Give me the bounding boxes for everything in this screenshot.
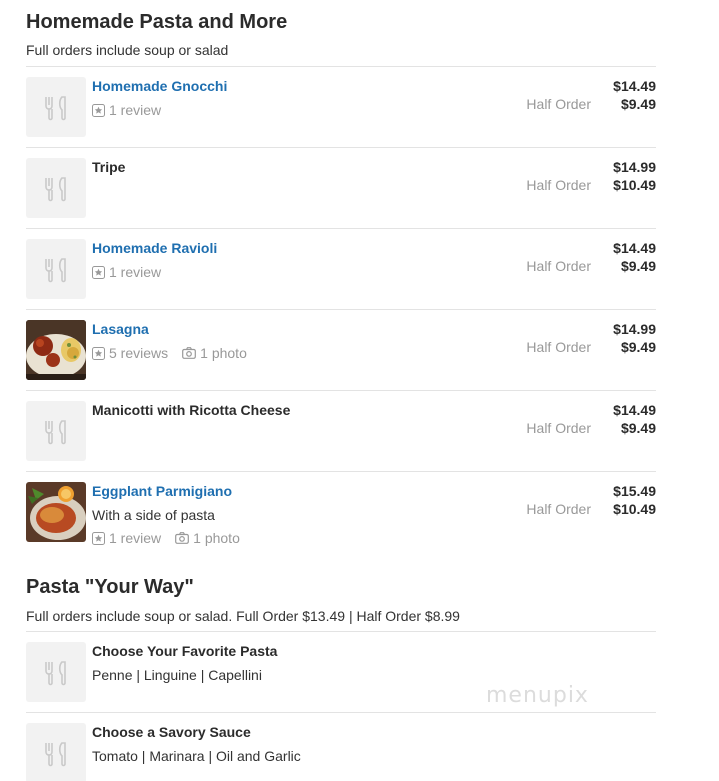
photos-count: 1 photo xyxy=(200,345,247,361)
item-meta: 1 review xyxy=(92,264,161,280)
item-name[interactable]: Homemade Gnocchi xyxy=(92,78,227,94)
menu-item: Lasagna 5 reviews 1 photo $14.99 Half Or… xyxy=(26,309,656,390)
item-price: $15.49 xyxy=(613,483,656,499)
menu-item: Choose a Savory Sauce Tomato | Marinara … xyxy=(26,712,656,781)
item-name: Choose Your Favorite Pasta xyxy=(92,643,278,659)
item-description: Tomato | Marinara | Oil and Garlic xyxy=(92,748,301,764)
half-order-label: Half Order xyxy=(526,177,591,193)
menu-item: Homemade Ravioli 1 review $14.49 Half Or… xyxy=(26,228,656,309)
item-price: $14.49 xyxy=(613,240,656,256)
half-order-label: Half Order xyxy=(526,501,591,517)
half-order-label: Half Order xyxy=(526,420,591,436)
half-order-label: Half Order xyxy=(526,96,591,112)
fork-knife-icon xyxy=(26,723,86,781)
section-title: Pasta "Your Way" xyxy=(26,576,194,598)
star-icon xyxy=(92,265,105,279)
star-icon xyxy=(92,103,105,117)
item-meta: 1 review 1 photo xyxy=(92,530,240,546)
item-meta: 5 reviews 1 photo xyxy=(92,345,247,361)
item-price: $14.99 xyxy=(613,321,656,337)
item-price: $14.49 xyxy=(613,78,656,94)
menu-item: Tripe $14.99 Half Order $10.49 xyxy=(26,147,656,228)
half-order-price: $9.49 xyxy=(620,420,656,436)
section-description: Full orders include soup or salad. Full … xyxy=(26,608,460,624)
menu-item: Manicotti with Ricotta Cheese $14.49 Hal… xyxy=(26,390,656,471)
fork-knife-icon xyxy=(26,642,86,702)
item-name[interactable]: Homemade Ravioli xyxy=(92,240,217,256)
item-price: $14.99 xyxy=(613,159,656,175)
fork-knife-icon xyxy=(26,239,86,299)
fork-knife-icon xyxy=(26,158,86,218)
reviews-count: 1 review xyxy=(109,264,162,280)
half-order-price: $9.49 xyxy=(620,339,656,355)
fork-knife-icon xyxy=(26,77,86,137)
menu-item: Homemade Gnocchi 1 review $14.49 Half Or… xyxy=(26,66,656,147)
item-name: Manicotti with Ricotta Cheese xyxy=(92,402,291,418)
half-order-price: $10.49 xyxy=(613,501,656,517)
half-order-price: $10.49 xyxy=(613,177,656,193)
menu-item: Eggplant Parmigiano With a side of pasta… xyxy=(26,471,656,556)
item-name[interactable]: Eggplant Parmigiano xyxy=(92,483,232,499)
star-icon xyxy=(92,531,105,545)
reviews-link[interactable]: 1 review xyxy=(92,264,161,280)
reviews-link[interactable]: 1 review xyxy=(92,102,161,118)
reviews-link[interactable]: 5 reviews xyxy=(92,345,168,361)
star-icon xyxy=(92,346,105,360)
section-description: Full orders include soup or salad xyxy=(26,42,229,58)
item-description: Penne | Linguine | Capellini xyxy=(92,667,262,683)
menupix-watermark: menupix xyxy=(486,683,589,708)
reviews-count: 1 review xyxy=(109,530,162,546)
reviews-count: 5 reviews xyxy=(109,345,169,361)
item-meta: 1 review xyxy=(92,102,161,118)
half-order-price: $9.49 xyxy=(620,258,656,274)
reviews-count: 1 review xyxy=(109,102,162,118)
camera-icon xyxy=(175,532,190,544)
eggplant-photo[interactable] xyxy=(26,482,86,542)
half-order-label: Half Order xyxy=(526,258,591,274)
reviews-link[interactable]: 1 review xyxy=(92,530,161,546)
item-description: With a side of pasta xyxy=(92,507,215,523)
section-pasta-your-way: Pasta "Your Way" Full orders include sou… xyxy=(26,576,656,624)
section-title: Homemade Pasta and More xyxy=(26,11,288,33)
section-homemade-pasta: Homemade Pasta and More Full orders incl… xyxy=(26,11,656,58)
item-name: Tripe xyxy=(92,159,126,175)
half-order-price: $9.49 xyxy=(620,96,656,112)
item-name: Choose a Savory Sauce xyxy=(92,724,251,740)
photos-link[interactable]: 1 photo xyxy=(182,345,247,361)
half-order-label: Half Order xyxy=(526,339,591,355)
photos-count: 1 photo xyxy=(193,530,240,546)
camera-icon xyxy=(182,347,197,359)
fork-knife-icon xyxy=(26,401,86,461)
item-price: $14.49 xyxy=(613,402,656,418)
lasagna-photo[interactable] xyxy=(26,320,86,380)
photos-link[interactable]: 1 photo xyxy=(175,530,240,546)
item-name[interactable]: Lasagna xyxy=(92,321,149,337)
